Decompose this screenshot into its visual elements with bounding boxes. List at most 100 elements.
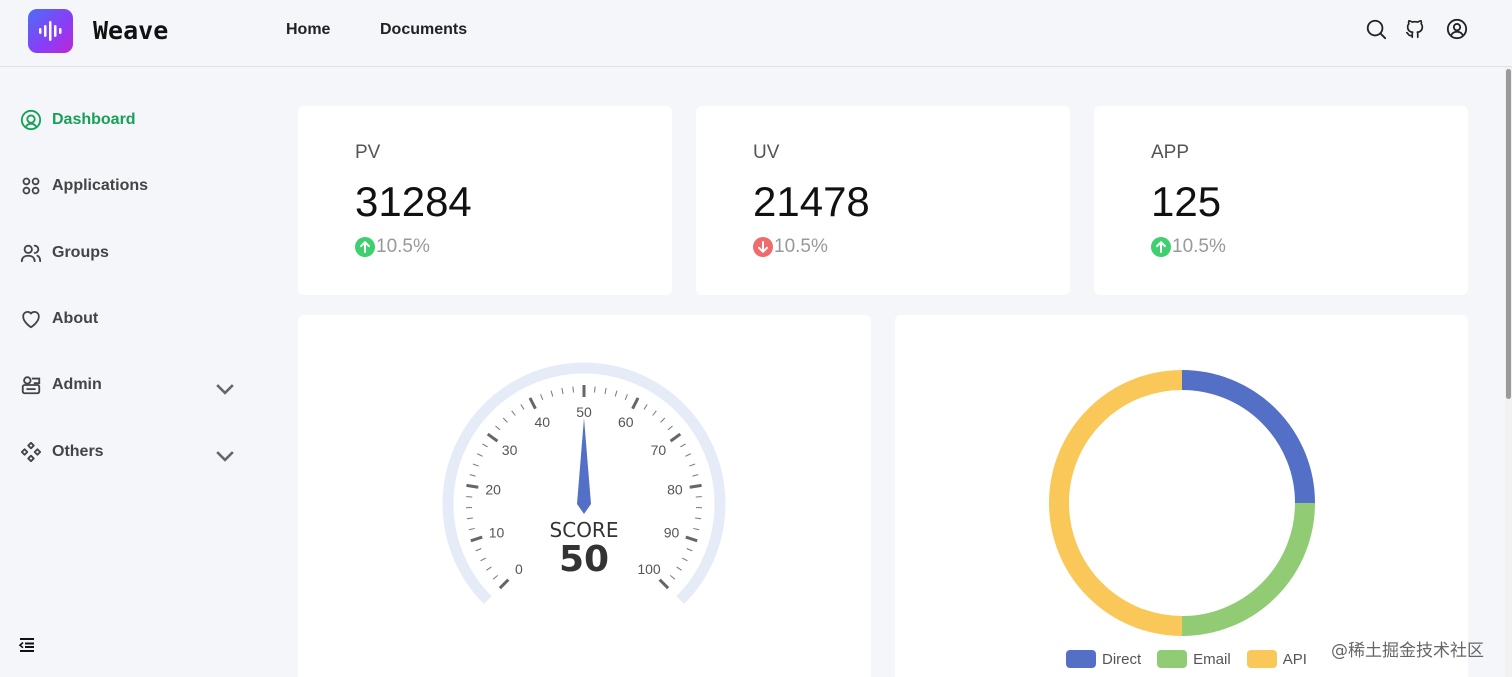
legend-item-api[interactable]: API <box>1246 650 1307 668</box>
gauge-tick-label: 70 <box>651 442 667 458</box>
search-icon[interactable] <box>1365 18 1387 40</box>
stat-card-uv: UV 21478 10.5% <box>696 106 1070 295</box>
gauge-tick-label: 20 <box>485 482 501 498</box>
gauge-minor-tick <box>482 443 488 448</box>
gauge-minor-tick <box>624 394 628 401</box>
admin-icon <box>21 376 41 395</box>
donut-slice-direct[interactable] <box>1181 370 1315 504</box>
gauge-minor-tick <box>468 527 475 531</box>
diamond-grid-icon <box>20 441 42 463</box>
gauge-tick-label: 100 <box>637 561 661 577</box>
sidebar-item-others[interactable]: Others <box>20 437 240 467</box>
legend-item-direct[interactable]: Direct <box>1066 650 1141 668</box>
gauge-tick-label: 60 <box>618 414 634 430</box>
sidebar-item-label: Applications <box>52 177 149 194</box>
gauge-minor-tick <box>466 517 473 520</box>
gauge-value: 50 <box>559 539 609 580</box>
sound-wave-icon <box>38 21 61 41</box>
sidebar-item-about[interactable]: About <box>20 304 240 334</box>
page-scrollbar[interactable] <box>1505 67 1512 677</box>
gauge-minor-tick <box>676 566 682 571</box>
sidebar-item-label: Dashboard <box>52 111 136 128</box>
gauge-major-tick <box>486 432 499 443</box>
gauge-major-tick <box>685 535 698 543</box>
sidebar-item-admin[interactable]: Admin <box>20 370 240 400</box>
chevron-down-icon[interactable] <box>214 378 236 400</box>
stat-label: PV <box>355 142 381 163</box>
donut-card <box>895 315 1468 677</box>
gauge-minor-tick <box>681 557 688 562</box>
sidebar-item-groups[interactable]: Groups <box>20 238 240 268</box>
chevron-down-icon[interactable] <box>214 445 236 467</box>
gauge-tick-label: 90 <box>664 524 680 540</box>
arrow-up-circle-icon <box>355 237 375 257</box>
apps-grid-icon <box>22 177 40 195</box>
github-icon[interactable] <box>1404 18 1426 40</box>
gauge-minor-tick <box>472 463 479 467</box>
sidebar-item-label: About <box>52 310 99 327</box>
stat-percent: 10.5% <box>1172 236 1226 257</box>
gauge-tick-label: 80 <box>667 482 683 498</box>
gauge-minor-tick <box>685 453 691 457</box>
stat-label: APP <box>1151 142 1190 163</box>
gauge-minor-tick <box>614 390 618 397</box>
stat-trend: 10.5% <box>355 236 430 258</box>
stat-card-app: APP 125 10.5% <box>1094 106 1468 295</box>
gauge-minor-tick <box>480 557 487 562</box>
legend-swatch <box>1246 650 1277 668</box>
gauge-minor-tick <box>486 566 492 571</box>
legend-label: API <box>1282 650 1307 668</box>
legend-label: Email <box>1193 650 1231 668</box>
chart-legend: Direct Email API <box>1066 650 1323 668</box>
gauge-minor-tick <box>502 417 508 423</box>
stat-value: 125 <box>1151 178 1222 225</box>
stat-percent: 10.5% <box>774 236 828 257</box>
sidebar-item-dashboard[interactable]: Dashboard <box>20 105 240 135</box>
legend-swatch <box>1066 650 1096 668</box>
gauge-minor-tick <box>520 404 525 410</box>
nav-home[interactable]: Home <box>286 21 330 39</box>
collapse-sidebar-icon[interactable] <box>18 636 36 654</box>
sidebar-item-label: Others <box>52 443 104 460</box>
donut-slice-api[interactable] <box>1049 370 1183 636</box>
gauge-major-tick <box>631 397 640 410</box>
nav-documents[interactable]: Documents <box>380 21 467 39</box>
donut-chart <box>1049 370 1315 636</box>
gauge-major-tick <box>689 483 702 489</box>
gauge-chart: 0102030405060708090100SCORE50 <box>442 362 726 605</box>
stat-label: UV <box>753 142 780 163</box>
gauge-major-tick <box>528 397 537 410</box>
stat-percent: 10.5% <box>376 236 430 257</box>
sidebar-item-applications[interactable]: Applications <box>20 171 240 201</box>
arrow-down-circle-icon <box>753 237 773 257</box>
legend-label: Direct <box>1102 650 1142 668</box>
gauge-pointer <box>577 418 591 514</box>
logo[interactable] <box>28 9 73 53</box>
gauge-minor-tick <box>469 474 476 477</box>
legend-item-email[interactable]: Email <box>1157 650 1231 668</box>
donut-slice-email[interactable] <box>1181 502 1315 636</box>
gauge-tick-label: 50 <box>576 404 592 420</box>
gauge-major-tick <box>466 483 479 489</box>
gauge-major-tick <box>470 535 483 543</box>
sidebar-item-label: Groups <box>52 244 109 261</box>
gauge-minor-tick <box>652 410 657 416</box>
scroll-thumb[interactable] <box>1506 69 1511 399</box>
gauge-minor-tick <box>561 387 564 395</box>
gauge-tick-label: 40 <box>534 414 550 430</box>
brand-name: Weave <box>93 16 169 45</box>
heart-icon <box>22 311 40 329</box>
legend-swatch <box>1157 650 1188 668</box>
gauge-minor-tick <box>667 425 673 431</box>
gauge-minor-tick <box>540 394 544 401</box>
stat-card-pv: PV 31284 10.5% <box>298 106 672 295</box>
gauge-minor-tick <box>643 404 648 410</box>
gauge-minor-tick <box>511 410 516 416</box>
gauge-minor-tick <box>495 425 501 431</box>
gauge-minor-tick <box>692 474 699 477</box>
dashboard-icon <box>20 109 42 131</box>
user-account-icon[interactable] <box>1446 18 1468 40</box>
gauge-minor-tick <box>594 386 596 393</box>
gauge-minor-tick <box>660 417 666 423</box>
users-icon <box>20 244 42 263</box>
